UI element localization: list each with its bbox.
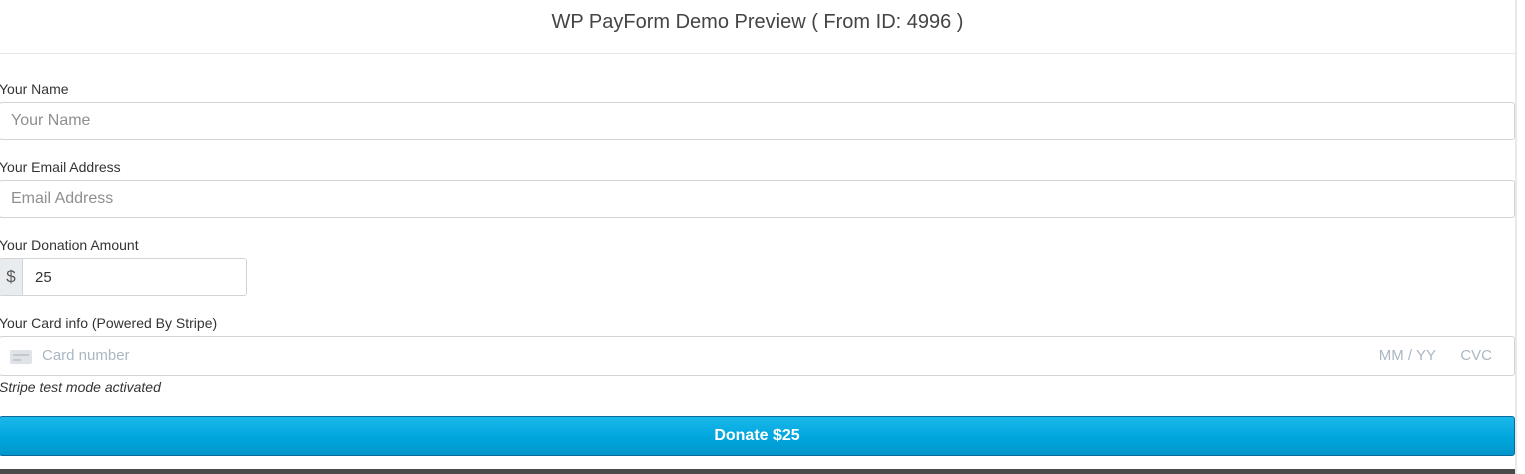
payform-preview-page: WP PayForm Demo Preview ( From ID: 4996 … — [0, 0, 1525, 474]
currency-symbol: $ — [0, 259, 23, 295]
stripe-test-mode-note: Stripe test mode activated — [0, 379, 161, 395]
card-cvc-field[interactable]: CVC — [1460, 337, 1492, 375]
bottom-divider — [0, 469, 1515, 474]
card-info-label: Your Card info (Powered By Stripe) — [0, 315, 218, 331]
donation-amount-group: $ — [0, 258, 247, 296]
page-header: WP PayForm Demo Preview ( From ID: 4996 … — [0, 0, 1515, 54]
page-title: WP PayForm Demo Preview ( From ID: 4996 … — [551, 11, 964, 33]
card-number-field[interactable]: Card number — [42, 337, 130, 375]
stripe-card-element[interactable]: Card number MM / YY CVC — [0, 336, 1515, 376]
card-expiry-field[interactable]: MM / YY — [1379, 337, 1436, 375]
right-edge-divider — [1515, 0, 1517, 474]
donation-amount-label: Your Donation Amount — [0, 237, 139, 253]
donation-amount-input[interactable] — [23, 259, 246, 295]
credit-card-icon — [10, 350, 32, 364]
donate-button[interactable]: Donate $25 — [0, 416, 1515, 456]
email-input[interactable] — [0, 180, 1515, 218]
name-input[interactable] — [0, 102, 1515, 140]
email-label: Your Email Address — [0, 159, 121, 175]
name-label: Your Name — [0, 81, 69, 97]
